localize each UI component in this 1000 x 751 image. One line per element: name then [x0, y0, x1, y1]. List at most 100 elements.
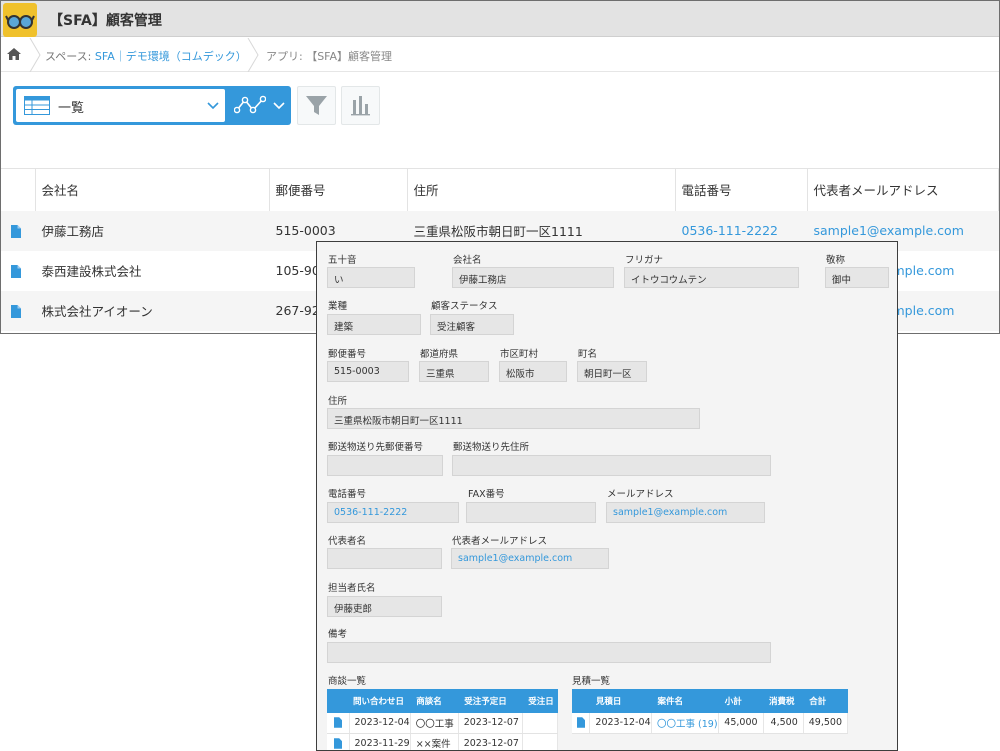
column-header[interactable]: 住所: [407, 168, 676, 211]
field-zip: 515-0003: [327, 361, 409, 382]
field-owner: 伊藤吏郎: [327, 596, 442, 617]
deal-detail-link[interactable]: [327, 713, 350, 734]
deals-column-header: 商談名: [410, 689, 459, 713]
field-gojuon: い: [327, 267, 415, 288]
quote-detail-link[interactable]: [572, 713, 591, 734]
field-prefecture: 三重県: [419, 361, 489, 382]
graph-icon[interactable]: [234, 94, 266, 116]
field-label-rep-email: 代表者メールアドレス: [452, 536, 548, 547]
record-detail-link[interactable]: [1, 290, 35, 331]
chevron-down-icon[interactable]: [273, 99, 285, 111]
quotes-label: 見積一覧: [572, 676, 611, 687]
field-honorific: 御中: [825, 267, 889, 288]
deal-name: 〇〇工事: [410, 713, 459, 734]
record-detail-panel: 五十音 い 会社名 伊藤工務店 フリガナ イトウコウムテン 敬称 御中 業種 建…: [316, 241, 898, 751]
field-label-town: 町名: [578, 349, 598, 360]
field-town: 朝日町一区: [577, 361, 647, 382]
document-icon: [11, 225, 21, 238]
field-phone[interactable]: 0536-111-2222: [327, 502, 459, 523]
quote-name[interactable]: 〇〇工事 (19): [651, 713, 720, 734]
field-status: 受注顧客: [430, 314, 514, 335]
field-label-prefecture: 都道府県: [420, 349, 459, 360]
field-label-notes: 備考: [328, 629, 348, 640]
filter-button[interactable]: [297, 86, 336, 125]
quotes-header-row: 見積日 案件名 小計 消費税 合計: [572, 689, 848, 713]
deals-column-header: 受注日: [522, 689, 558, 713]
deal-date: 2023-12-04: [349, 713, 411, 734]
deals-row[interactable]: 2023-12-04 〇〇工事 2023-12-07: [327, 713, 559, 734]
quotes-column-header: 案件名: [651, 689, 719, 713]
quotes-column-header: 見積日: [589, 689, 652, 713]
field-label-owner: 担当者氏名: [328, 583, 376, 594]
view-label: 一覧: [58, 101, 85, 116]
chevron-down-icon: [207, 102, 219, 110]
home-icon[interactable]: [7, 48, 21, 60]
column-header[interactable]: 会社名: [35, 168, 270, 211]
field-industry: 建築: [327, 314, 421, 335]
column-header[interactable]: 電話番号: [675, 168, 808, 211]
column-header[interactable]: 郵便番号: [269, 168, 408, 211]
deal-detail-link[interactable]: [327, 733, 350, 750]
column-header[interactable]: 代表者メールアドレス: [807, 168, 999, 211]
quote-subtotal: 45,000: [718, 713, 764, 734]
breadcrumb-space: スペース: SFA｜デモ環境（コムデック）: [45, 48, 247, 64]
title-bar: 【SFA】顧客管理: [1, 1, 999, 37]
filter-icon: [306, 96, 327, 115]
field-label-email: メールアドレス: [607, 489, 674, 500]
quotes-table: 見積日 案件名 小計 消費税 合計 2023-12-04 〇〇工事 (19) 4…: [572, 689, 849, 734]
field-label-fax: FAX番号: [468, 489, 505, 500]
app-icon[interactable]: [3, 3, 37, 37]
cell-company: 株式会社アイオーン: [35, 290, 269, 331]
document-icon: [334, 737, 342, 749]
deals-label: 商談一覧: [328, 676, 367, 687]
field-furigana: イトウコウムテン: [624, 267, 799, 288]
quote-tax: 4,500: [763, 713, 804, 734]
field-label-furigana: フリガナ: [625, 255, 664, 266]
deals-table: 問い合わせ日 商談名 受注予定日 受注日 2023-12-04 〇〇工事 202…: [327, 689, 559, 750]
table-header-icon: [1, 168, 36, 211]
document-icon: [577, 717, 585, 728]
quotes-column-header: 小計: [718, 689, 764, 713]
deals-header-row: 問い合わせ日 商談名 受注予定日 受注日: [327, 689, 558, 713]
view-dropdown[interactable]: 一覧: [16, 89, 225, 122]
view-selector[interactable]: 一覧: [13, 86, 291, 125]
chart-button[interactable]: [341, 86, 380, 125]
field-rep-name: [327, 548, 442, 569]
breadcrumb: スペース: SFA｜デモ環境（コムデック） アプリ: 【SFA】顧客管理: [1, 38, 999, 72]
field-city: 松阪市: [499, 361, 567, 382]
deal-planned: 2023-12-07: [458, 713, 523, 734]
deal-date: 2023-11-29: [349, 733, 411, 750]
table-view-icon: [24, 96, 50, 115]
field-label-status: 顧客ステータス: [431, 301, 498, 312]
deal-name: ××案件: [410, 733, 459, 750]
field-label-address: 住所: [328, 396, 348, 407]
field-address: 三重県松阪市朝日町一区1111: [327, 408, 700, 429]
app-title: 【SFA】顧客管理: [49, 13, 162, 29]
field-email[interactable]: sample1@example.com: [606, 502, 765, 523]
breadcrumb-app: アプリ: 【SFA】顧客管理: [266, 50, 393, 63]
field-ship-zip: [327, 455, 443, 476]
deal-planned: 2023-12-07: [458, 733, 523, 750]
document-icon: [334, 717, 342, 728]
deal-won: [522, 713, 559, 734]
deal-won: [522, 733, 559, 750]
record-detail-link[interactable]: [1, 250, 35, 291]
field-label-zip: 郵便番号: [328, 349, 367, 360]
field-label-ship-address: 郵送物送り先住所: [453, 442, 530, 453]
record-detail-link[interactable]: [1, 210, 35, 251]
field-fax: [466, 502, 596, 523]
field-label-company: 会社名: [453, 255, 482, 266]
breadcrumb-space-link[interactable]: SFA｜デモ環境（コムデック）: [95, 50, 247, 63]
field-rep-email[interactable]: sample1@example.com: [451, 548, 609, 569]
deals-row[interactable]: 2023-11-29 ××案件 2023-12-07: [327, 733, 559, 750]
breadcrumb-separator: [29, 38, 41, 72]
bar-chart-icon: [351, 96, 370, 116]
quotes-header-icon: [572, 689, 590, 713]
quotes-row[interactable]: 2023-12-04 〇〇工事 (19) 45,000 4,500 49,500: [572, 713, 849, 734]
quote-total: 49,500: [803, 713, 849, 734]
field-label-rep-name: 代表者名: [328, 536, 367, 547]
field-label-honorific: 敬称: [826, 255, 846, 266]
cell-email-text: mple.com: [892, 303, 955, 318]
deals-header-icon: [327, 689, 349, 713]
document-icon: [11, 265, 21, 278]
